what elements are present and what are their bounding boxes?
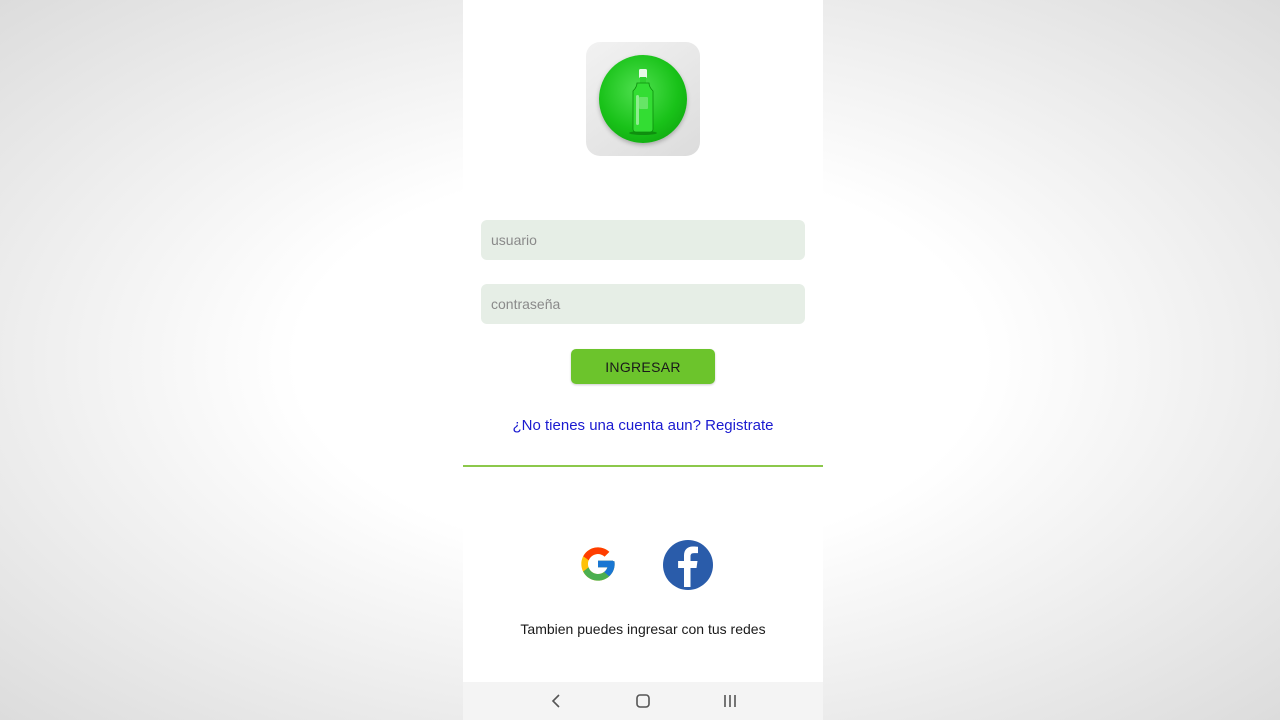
facebook-login-button[interactable] <box>663 540 713 590</box>
system-nav-bar <box>463 682 823 720</box>
social-login-caption: Tambien puedes ingresar con tus redes <box>520 621 766 637</box>
google-login-button[interactable] <box>576 543 620 587</box>
google-icon <box>578 544 618 587</box>
register-link[interactable]: ¿No tienes una cuenta aun? Registrate <box>463 417 823 434</box>
back-chevron-icon[interactable] <box>536 686 576 716</box>
app-logo <box>586 42 700 156</box>
password-input[interactable] <box>481 284 805 324</box>
login-button[interactable]: INGRESAR <box>571 349 715 384</box>
facebook-icon <box>663 540 713 590</box>
green-bottle-logo-icon <box>599 55 687 143</box>
recents-icon[interactable] <box>710 686 750 716</box>
username-input[interactable] <box>481 220 805 260</box>
home-icon[interactable] <box>623 686 663 716</box>
divider <box>463 465 823 467</box>
phone-screen: INGRESAR ¿No tienes una cuenta aun? Regi… <box>463 0 823 720</box>
